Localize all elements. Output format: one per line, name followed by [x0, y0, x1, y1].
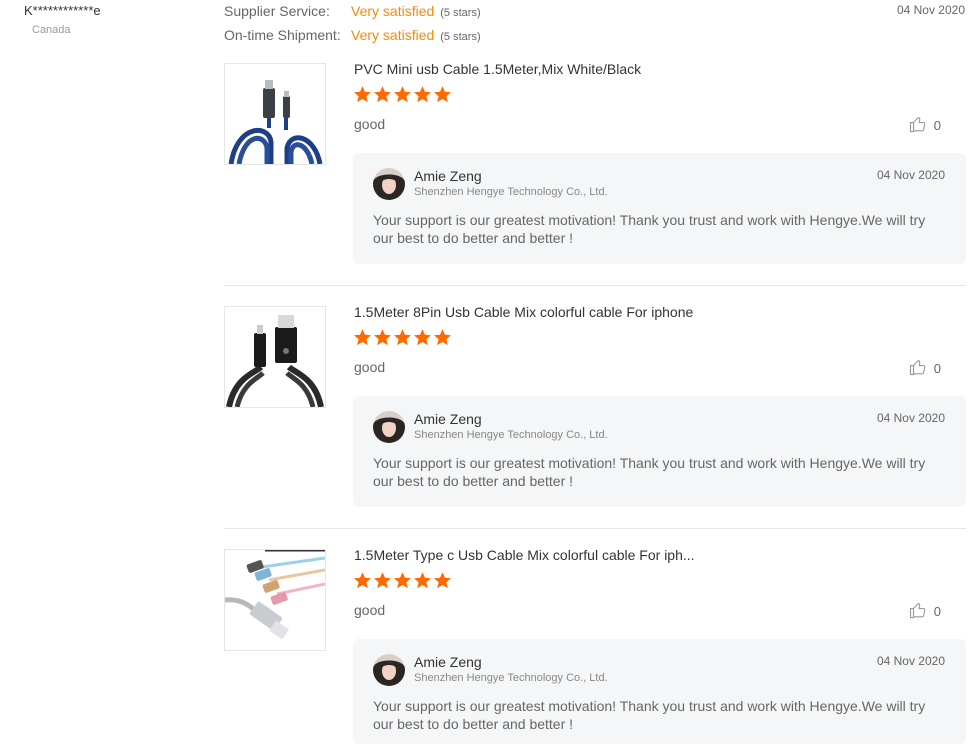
product-name[interactable]: PVC Mini usb Cable 1.5Meter,Mix White/Bl…	[354, 61, 641, 77]
seller-reply: Amie Zeng Shenzhen Hengye Technology Co.…	[353, 396, 966, 507]
rating-note: (5 stars)	[440, 31, 481, 43]
reply-company: Shenzhen Hengye Technology Co., Ltd.	[414, 429, 608, 441]
product-rating-stars	[353, 328, 452, 350]
star-icon	[393, 85, 412, 107]
reply-company: Shenzhen Hengye Technology Co., Ltd.	[414, 186, 608, 198]
reply-date: 04 Nov 2020	[876, 168, 945, 182]
star-icon	[353, 328, 372, 350]
star-icon	[393, 571, 412, 593]
divider	[224, 528, 966, 529]
reply-author-name: Amie Zeng	[414, 411, 482, 427]
rating-value: Very satisfied	[351, 3, 435, 19]
reply-author-name: Amie Zeng	[414, 654, 482, 670]
divider	[224, 285, 966, 286]
star-icon	[413, 571, 432, 593]
star-icon	[393, 328, 412, 350]
thumbs-up-icon	[909, 115, 927, 136]
rating-label: On-time Shipment:	[224, 27, 341, 43]
rating-value: Very satisfied	[351, 27, 435, 43]
thumbs-up-icon	[909, 358, 927, 379]
star-icon	[433, 328, 452, 350]
star-icon	[353, 571, 372, 593]
star-icon	[353, 85, 372, 107]
like-button[interactable]: 0	[909, 115, 941, 136]
reply-text: Your support is our greatest motivation!…	[373, 455, 926, 489]
avatar	[373, 654, 405, 686]
rating-note: (5 stars)	[440, 7, 481, 19]
like-count: 0	[933, 604, 941, 619]
reviewer-name: K************e	[24, 3, 101, 18]
like-count: 0	[933, 118, 941, 133]
rating-label: Supplier Service:	[224, 3, 330, 19]
reviewer-country: Canada	[32, 24, 71, 36]
star-icon	[433, 571, 452, 593]
like-button[interactable]: 0	[909, 358, 941, 379]
star-icon	[373, 571, 392, 593]
avatar	[373, 168, 405, 200]
review-comment: good	[354, 116, 386, 132]
seller-reply: Amie Zeng Shenzhen Hengye Technology Co.…	[353, 153, 966, 264]
reply-date: 04 Nov 2020	[876, 654, 945, 668]
supplier-service-rating: Supplier Service: Very satisfied (5 stars)	[224, 3, 481, 19]
like-count: 0	[933, 361, 941, 376]
avatar	[373, 411, 405, 443]
reply-text: Your support is our greatest motivation!…	[373, 698, 926, 732]
product-name[interactable]: 1.5Meter Type c Usb Cable Mix colorful c…	[354, 547, 695, 563]
review-comment: good	[354, 359, 386, 375]
ontime-shipment-rating: On-time Shipment: Very satisfied (5 stars)	[224, 27, 481, 43]
reply-author-name: Amie Zeng	[414, 168, 482, 184]
product-image-type-c-usb-cable[interactable]	[224, 549, 326, 651]
reply-company: Shenzhen Hengye Technology Co., Ltd.	[414, 672, 608, 684]
seller-reply: Amie Zeng Shenzhen Hengye Technology Co.…	[353, 639, 966, 744]
star-icon	[373, 328, 392, 350]
star-icon	[433, 85, 452, 107]
product-image-8pin-usb-cable[interactable]	[224, 306, 326, 408]
reply-date: 04 Nov 2020	[876, 411, 945, 425]
star-icon	[413, 328, 432, 350]
product-rating-stars	[353, 571, 452, 593]
star-icon	[373, 85, 392, 107]
product-name[interactable]: 1.5Meter 8Pin Usb Cable Mix colorful cab…	[354, 304, 693, 320]
star-icon	[413, 85, 432, 107]
like-button[interactable]: 0	[909, 601, 941, 622]
thumbs-up-icon	[909, 601, 927, 622]
product-image-mini-usb-cable[interactable]	[224, 63, 326, 165]
product-rating-stars	[353, 85, 452, 107]
review-date: 04 Nov 2020	[896, 3, 965, 17]
reply-text: Your support is our greatest motivation!…	[373, 212, 926, 246]
review-comment: good	[354, 602, 386, 618]
